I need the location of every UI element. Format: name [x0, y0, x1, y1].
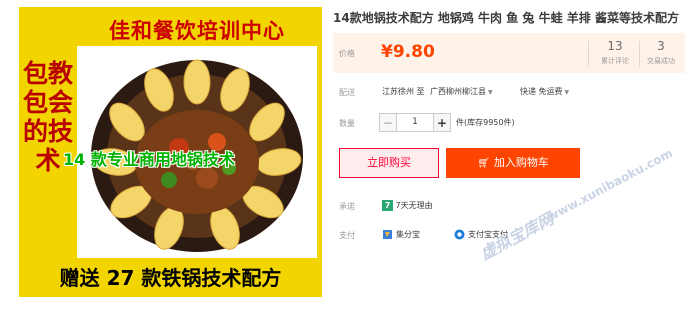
- payment-method-jifenbao: 集分宝: [382, 229, 420, 240]
- service-text: 7天无理由: [395, 201, 433, 210]
- cart-icon: 🛒︎: [477, 158, 490, 169]
- price-amount: 9.80: [392, 42, 435, 62]
- shipping-destination: 广西柳州柳江县: [430, 87, 486, 96]
- stats-divider: [588, 41, 589, 67]
- quantity-decrease-button[interactable]: −: [379, 113, 397, 132]
- seven-day-return-icon: 7: [382, 200, 393, 211]
- add-to-cart-button[interactable]: 🛒︎ 加入购物车: [446, 148, 580, 178]
- chevron-down-icon: ▼: [488, 89, 493, 96]
- price-currency: ¥: [381, 42, 393, 62]
- shipping-from: 江苏徐州 至: [382, 87, 425, 96]
- stats-divider: [639, 41, 640, 67]
- review-count-label: 累计评论: [601, 57, 629, 65]
- product-image[interactable]: 佳和餐饮培训中心 包教包会的技术 14 款专业商用地锅技术 赠送 27 款铁锅技…: [19, 7, 322, 297]
- service-promise[interactable]: 7 7天无理由: [382, 200, 433, 211]
- price-box: 价格 ¥9.80 13 累计评论 3 交易成功: [333, 33, 685, 73]
- jifenbao-icon: [383, 230, 392, 239]
- quantity-label: 数量: [339, 119, 355, 128]
- add-to-cart-label: 加入购物车: [493, 156, 549, 169]
- payment-method-label: 集分宝: [396, 230, 420, 239]
- shipping-label: 配送: [339, 88, 355, 97]
- shipping-method-select[interactable]: 快递 免运费 ▼: [520, 86, 569, 97]
- image-bottom-text: 赠送 27 款铁锅技术配方: [59, 266, 282, 290]
- shipping-destination-select[interactable]: 广西柳州柳江县 ▼: [430, 86, 493, 97]
- quantity-stepper: − 1 + 件(库存9950件): [379, 113, 515, 132]
- payment-label: 支付: [339, 231, 355, 240]
- sales-count: 3: [657, 39, 665, 53]
- image-title: 佳和餐饮培训中心: [109, 19, 285, 43]
- service-label: 承诺: [339, 202, 355, 211]
- review-count[interactable]: 13: [595, 39, 635, 53]
- shipping-method: 快递 免运费: [520, 87, 563, 96]
- buy-now-button[interactable]: 立即购买: [339, 148, 439, 178]
- chevron-down-icon: ▼: [564, 89, 570, 96]
- sales-count-label: 交易成功: [647, 57, 675, 65]
- price-value: ¥9.80: [381, 42, 435, 62]
- price-label: 价格: [339, 49, 355, 58]
- product-title: 14款地锅技术配方 地锅鸡 牛肉 鱼 兔 牛蛙 羊排 酱菜等技术配方: [333, 11, 679, 25]
- alipay-icon: [454, 229, 465, 240]
- quantity-increase-button[interactable]: +: [433, 113, 451, 132]
- quantity-input[interactable]: 1: [397, 113, 433, 132]
- stock-text: 件(库存9950件): [456, 118, 515, 127]
- image-overlay-text: 14 款专业商用地锅技术: [63, 150, 235, 169]
